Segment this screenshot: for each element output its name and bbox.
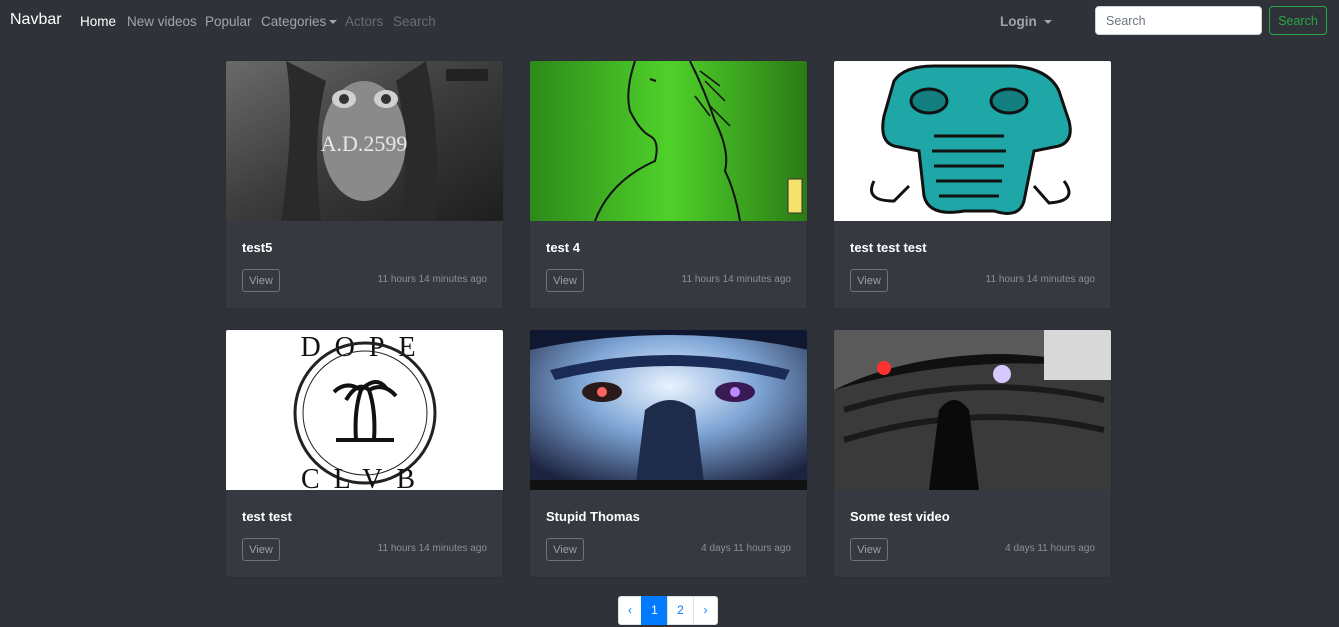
video-thumbnail[interactable]: DOPE CLVB [226, 330, 503, 490]
nav-actors: Actors [345, 14, 384, 29]
video-thumbnail[interactable] [530, 61, 807, 221]
video-timestamp: 11 hours 14 minutes ago [681, 274, 791, 285]
video-thumbnail[interactable] [834, 330, 1111, 490]
pixel-elephant-thumbnail [834, 61, 1111, 221]
anime-girl-thumbnail: A.D.2599 [226, 61, 503, 221]
login-label: Login [1000, 14, 1037, 29]
login-dropdown[interactable]: Login [1000, 14, 1052, 29]
view-button[interactable]: View [242, 538, 280, 561]
video-timestamp: 11 hours 14 minutes ago [377, 543, 487, 554]
nav-categories-label: Categories [261, 14, 327, 29]
video-timestamp: 4 days 11 hours ago [701, 543, 791, 554]
pagination: ‹ 1 2 › [618, 596, 718, 625]
video-title[interactable]: test 4 [546, 240, 580, 255]
pagination-page-1[interactable]: 1 [641, 596, 668, 625]
masked-figure-manga-thumbnail [834, 330, 1111, 490]
view-button[interactable]: View [242, 269, 280, 292]
nav-popular[interactable]: Popular [205, 14, 252, 29]
dope-clvb-logo-thumbnail: DOPE CLVB [226, 330, 503, 490]
masked-figure-blue-thumbnail [530, 330, 807, 490]
green-sketch-thumbnail [530, 61, 807, 221]
video-timestamp: 4 days 11 hours ago [1005, 543, 1095, 554]
video-card: test 4 View 11 hours 14 minutes ago [529, 60, 808, 309]
search-button[interactable]: Search [1269, 6, 1327, 35]
video-title[interactable]: Some test video [850, 509, 950, 524]
caret-down-icon [1043, 20, 1052, 25]
video-card: test test test View 11 hours 14 minutes … [833, 60, 1112, 309]
video-thumbnail[interactable] [834, 61, 1111, 221]
navbar-brand[interactable]: Navbar [10, 11, 62, 29]
view-button[interactable]: View [546, 269, 584, 292]
pagination-next-button[interactable]: › [693, 596, 718, 625]
video-card: Some test video View 4 days 11 hours ago [833, 329, 1112, 578]
video-title[interactable]: test test [242, 509, 292, 524]
search-input[interactable] [1095, 6, 1262, 35]
view-button[interactable]: View [850, 269, 888, 292]
caret-down-icon [329, 20, 338, 25]
video-timestamp: 11 hours 14 minutes ago [377, 274, 487, 285]
view-button[interactable]: View [850, 538, 888, 561]
video-timestamp: 11 hours 14 minutes ago [985, 274, 1095, 285]
video-card: DOPE CLVB test test View 11 hours 14 min… [225, 329, 504, 578]
thumbnail-caption-bottom: CLVB [301, 464, 429, 490]
video-thumbnail[interactable] [530, 330, 807, 490]
navbar: Navbar Home New videos Popular Categorie… [0, 0, 1339, 42]
video-card: Stupid Thomas View 4 days 11 hours ago [529, 329, 808, 578]
video-title[interactable]: test5 [242, 240, 272, 255]
pagination-prev-button[interactable]: ‹ [618, 596, 642, 625]
video-card: A.D.2599 test5 View 11 hours 14 minutes … [225, 60, 504, 309]
view-button[interactable]: View [546, 538, 584, 561]
video-title[interactable]: Stupid Thomas [546, 509, 640, 524]
nav-categories-dropdown[interactable]: Categories [261, 14, 338, 29]
nav-new-videos[interactable]: New videos [127, 14, 197, 29]
video-title[interactable]: test test test [850, 240, 927, 255]
thumbnail-caption: A.D.2599 [321, 131, 408, 156]
nav-home[interactable]: Home [80, 14, 116, 29]
pagination-page-2[interactable]: 2 [667, 596, 694, 625]
nav-search: Search [393, 14, 436, 29]
video-thumbnail[interactable]: A.D.2599 [226, 61, 503, 221]
